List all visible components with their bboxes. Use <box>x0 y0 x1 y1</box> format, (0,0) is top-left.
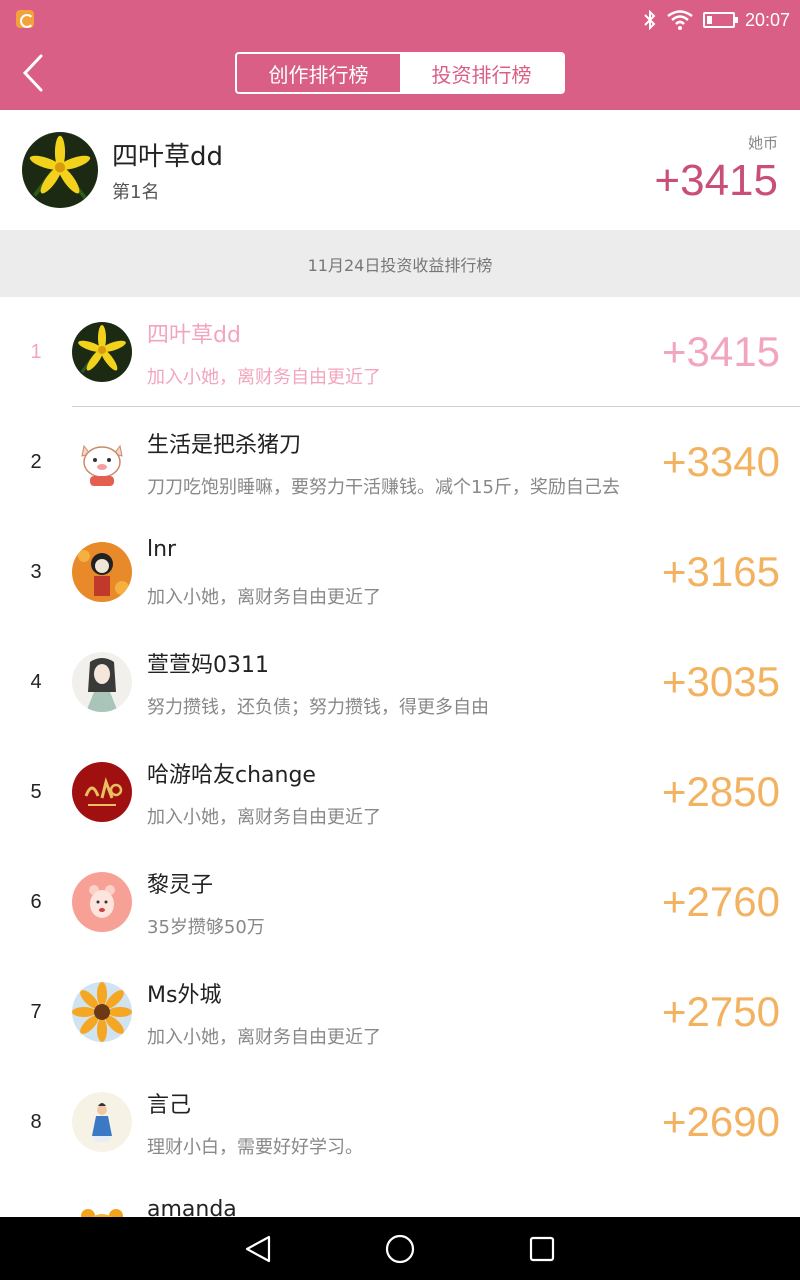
avatar[interactable] <box>72 1092 132 1152</box>
user-name: 生活是把杀猪刀 <box>147 433 302 458</box>
user-motto: 刀刀吃饱别睡嘛，要努力干活赚钱。减个15斤，奖励自己去 <box>147 477 620 498</box>
rank-number: 1 <box>30 340 42 363</box>
user-name: 言己 <box>147 1093 192 1118</box>
rank-number: 9 <box>22 1177 50 1217</box>
avatar[interactable] <box>72 982 132 1042</box>
user-score: +3035 <box>662 658 780 705</box>
rank-number: 2 <box>30 450 42 473</box>
yellow-flower-avatar-icon <box>72 322 132 382</box>
user-score: +3165 <box>662 548 780 595</box>
list-item[interactable]: 7 Ms外城 加入小她，离财务自由更近了 +2750 <box>0 957 800 1067</box>
user-score: +3340 <box>662 438 780 485</box>
user-name: amanda <box>147 1197 237 1217</box>
list-item[interactable]: 2 生活是把杀猪刀 刀刀吃饱别睡嘛，要努力干活赚钱。减个15斤，奖励自己去 +3… <box>0 407 800 517</box>
header-bar: 创作排行榜 投资排行榜 <box>0 40 800 110</box>
rank-number: 6 <box>30 890 42 913</box>
ranking-tab-switcher: 创作排行榜 投资排行榜 <box>235 52 565 94</box>
battery-level <box>706 16 712 24</box>
user-motto: 理财小白，需要好好学习。 <box>147 1137 363 1158</box>
user-name: 哈游哈友change <box>147 763 316 788</box>
user-name: 萱萱妈0311 <box>147 653 269 678</box>
list-item[interactable]: 9 amanda <box>0 1177 800 1217</box>
user-motto: 努力攒钱，还负债；努力攒钱，得更多自由 <box>147 697 489 718</box>
avatar[interactable] <box>72 652 132 712</box>
rank-number: 4 <box>30 670 42 693</box>
user-score: +2690 <box>662 1098 780 1145</box>
skeleton-character-avatar-icon <box>72 542 132 602</box>
list-item[interactable]: 3 lnr 加入小她，离财务自由更近了 +3165 <box>0 517 800 627</box>
user-score: +2850 <box>662 768 780 815</box>
home-circle-icon <box>385 1234 415 1264</box>
avatar[interactable] <box>72 762 132 822</box>
user-motto: 加入小她，离财务自由更近了 <box>147 1027 381 1048</box>
avatar[interactable] <box>22 132 98 208</box>
nav-recents-button[interactable] <box>522 1229 562 1269</box>
top-user-score: +3415 <box>654 156 778 205</box>
list-item[interactable]: 8 言己 理财小白，需要好好学习。 +2690 <box>0 1067 800 1177</box>
ink-painting-girl-avatar-icon <box>72 652 132 712</box>
wifi-icon <box>667 10 693 30</box>
user-name: lnr <box>147 537 177 562</box>
ranking-date-banner: 11月24日投资收益排行榜 <box>0 230 800 297</box>
user-motto: 加入小她，离财务自由更近了 <box>147 807 381 828</box>
app-notification-icon <box>16 10 34 28</box>
list-item[interactable]: 4 萱萱妈0311 努力攒钱，还负债；努力攒钱，得更多自由 +3035 <box>0 627 800 737</box>
current-top-user-card: 四叶草dd 第1名 她币 +3415 <box>0 110 800 230</box>
status-bar: 20:07 <box>0 0 800 40</box>
user-motto: 加入小她，离财务自由更近了 <box>147 367 381 388</box>
cartoon-face-avatar-icon <box>72 872 132 932</box>
nav-home-button[interactable] <box>380 1229 420 1269</box>
illustrated-girl-avatar-icon <box>72 1092 132 1152</box>
avatar[interactable] <box>72 432 132 492</box>
cartoon-bear-avatar-icon <box>72 1202 132 1217</box>
rank-number: 8 <box>30 1110 42 1133</box>
user-motto: 35岁攒够50万 <box>147 917 265 938</box>
top-user-rank: 第1名 <box>112 182 160 203</box>
avatar[interactable] <box>72 872 132 932</box>
list-item[interactable]: 5 哈游哈友change 加入小她，离财务自由更近了 +2850 <box>0 737 800 847</box>
clock: 20:07 <box>744 9 790 30</box>
system-navigation-bar <box>0 1217 800 1280</box>
avatar[interactable] <box>72 542 132 602</box>
tab-investment-ranking[interactable]: 投资排行榜 <box>400 54 563 92</box>
tab-creation-ranking[interactable]: 创作排行榜 <box>237 54 400 92</box>
back-button[interactable] <box>8 48 58 98</box>
new-year-card-avatar-icon <box>72 762 132 822</box>
leaderboard-list[interactable]: 1 四叶草dd 加入小她，离财务自由更近了 +3415 2 生活是把杀猪刀 刀刀… <box>0 297 800 1217</box>
rank-number: 7 <box>30 1000 42 1023</box>
status-icons: 20:07 <box>643 6 790 34</box>
user-name: 四叶草dd <box>147 323 241 348</box>
top-user-name: 四叶草dd <box>112 142 224 172</box>
user-score: +2750 <box>662 988 780 1035</box>
list-item[interactable]: 1 四叶草dd 加入小她，离财务自由更近了 +3415 <box>0 297 800 407</box>
chevron-left-icon <box>22 54 43 92</box>
avatar[interactable] <box>72 322 132 382</box>
rank-number: 5 <box>30 780 42 803</box>
sunflower-avatar-icon <box>72 982 132 1042</box>
user-motto: 加入小她，离财务自由更近了 <box>147 587 381 608</box>
recents-square-icon <box>529 1236 555 1262</box>
back-triangle-icon <box>245 1235 271 1263</box>
bluetooth-icon <box>644 10 656 30</box>
user-name: Ms外城 <box>147 983 222 1008</box>
user-name: 黎灵子 <box>147 873 214 898</box>
user-score: +2760 <box>662 878 780 925</box>
battery-icon <box>702 12 738 28</box>
user-score: +3415 <box>662 328 780 375</box>
rank-number: 3 <box>30 560 42 583</box>
cartoon-pig-avatar-icon <box>72 432 132 492</box>
currency-unit-label: 她币 <box>747 134 778 152</box>
nav-back-button[interactable] <box>238 1229 278 1269</box>
yellow-flower-avatar-icon <box>22 132 98 208</box>
list-item[interactable]: 6 黎灵子 35岁攒够50万 +2760 <box>0 847 800 957</box>
avatar[interactable] <box>72 1202 132 1217</box>
